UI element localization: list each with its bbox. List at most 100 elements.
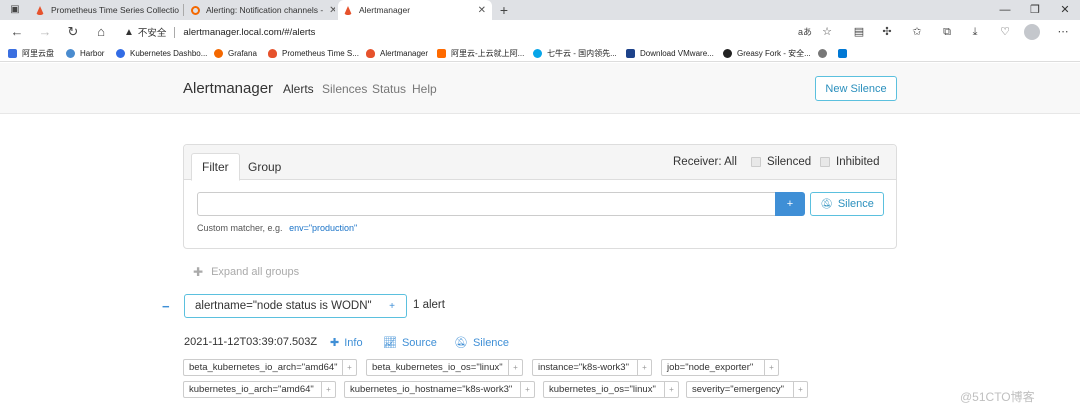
checkbox-label: Inhibited [836, 156, 880, 168]
label-add-filter-button[interactable]: + [638, 359, 652, 376]
bookmark-greasyfork[interactable]: Greasy Fork - 安全... [723, 44, 811, 62]
filter-panel: Filter Group Receiver: All Silenced Inhi… [183, 144, 897, 249]
more-menu-icon[interactable]: ⋯ [1054, 23, 1072, 41]
label-chip[interactable]: severity="emergency" [686, 381, 794, 398]
browser-essentials-icon[interactable]: ♡ [996, 23, 1014, 41]
browser-tab-strip: ▣ Prometheus Time Series Collectio ✕ Ale… [0, 0, 1080, 20]
bookmark-grafana[interactable]: Grafana [214, 44, 257, 62]
bookmark-label: Greasy Fork - 安全... [737, 48, 811, 58]
group-label[interactable]: alertname="node status is WODN" [184, 294, 383, 318]
label-add-filter-button[interactable]: + [343, 359, 357, 376]
collapse-group-icon[interactable]: − [162, 299, 170, 314]
hint-example[interactable]: env="production" [289, 223, 357, 233]
receiver-dropdown[interactable]: Receiver: All [673, 156, 737, 168]
bookmark-label: 阿里云盘 [22, 48, 54, 58]
bookmark-windows[interactable] [838, 44, 852, 62]
close-icon[interactable]: ✕ [323, 5, 335, 16]
new-silence-button[interactable]: New Silence [815, 76, 897, 101]
prometheus-icon [268, 48, 277, 58]
favorite-star-icon[interactable]: ☆ [818, 23, 836, 41]
source-button[interactable]: 📈︎ Source [383, 336, 437, 350]
nav-status[interactable]: Status [372, 82, 406, 96]
group-add-filter-button[interactable]: + [378, 294, 407, 318]
bookmark-label: Download VMware... [640, 48, 714, 58]
tab-filter[interactable]: Filter [191, 153, 240, 181]
nav-silences[interactable]: Silences [322, 82, 367, 96]
bookmark-qiniu[interactable]: 七牛云 - 国内领先... [533, 44, 617, 62]
label-chip[interactable]: kubernetes_io_os="linux" [543, 381, 665, 398]
silence-filter-button[interactable]: 🔕︎ Silence [810, 192, 884, 216]
bookmark-aliyun[interactable]: 阿里云-上云就上阿... [437, 44, 524, 62]
bell-slash-icon: 🔕︎ [820, 198, 833, 210]
address-bar[interactable]: ▲ 不安全 alertmanager.local.com/#/alerts [124, 22, 846, 42]
label-chip[interactable]: job="node_exporter" [661, 359, 765, 376]
tab-title: Alerting: Notification channels - [206, 5, 324, 15]
read-aloud-icon[interactable]: aあ [796, 23, 814, 41]
forward-icon[interactable]: → [36, 23, 54, 41]
bookmark-kubernetes[interactable]: Kubernetes Dashbo... [116, 44, 207, 62]
tab-group[interactable]: Group [238, 153, 291, 180]
new-tab-button[interactable]: + [495, 1, 513, 19]
minimize-icon[interactable]: — [990, 0, 1020, 20]
nav-alerts[interactable]: Alerts [283, 82, 314, 96]
restore-icon[interactable]: ❐ [1020, 0, 1050, 20]
harbor-icon [66, 48, 75, 58]
nav-help[interactable]: Help [412, 82, 437, 96]
add-filter-button[interactable]: + [775, 192, 805, 216]
extensions-icon[interactable]: ✣ [878, 23, 896, 41]
tab-actions-icon[interactable]: ▣ [6, 1, 24, 19]
label-chip[interactable]: beta_kubernetes_io_os="linux" [366, 359, 509, 376]
chart-line-icon: 📈︎ [383, 337, 397, 349]
label-add-filter-button[interactable]: + [765, 359, 779, 376]
checkbox-box [820, 157, 830, 167]
tab-title: Alertmanager [359, 5, 411, 15]
close-icon[interactable]: ✕ [472, 5, 486, 16]
bookmark-prometheus[interactable]: Prometheus Time S... [268, 44, 359, 62]
bookmark-label: 七牛云 - 国内领先... [547, 48, 617, 58]
close-window-icon[interactable]: ✕ [1050, 0, 1080, 20]
browser-tab-grafana[interactable]: Alerting: Notification channels - ✕ [185, 0, 335, 20]
plus-icon: ✚ [193, 265, 204, 279]
label-chip[interactable]: kubernetes_io_hostname="k8s-work3" [344, 381, 521, 398]
label-add-filter-button[interactable]: + [794, 381, 808, 398]
tab-divider [183, 4, 184, 16]
info-button[interactable]: ✚ Info [330, 336, 363, 350]
browser-tab-prometheus[interactable]: Prometheus Time Series Collectio ✕ [30, 0, 182, 20]
watermark: @51CTO博客 [960, 390, 1035, 404]
grafana-icon [214, 48, 223, 58]
expand-all-groups-button[interactable]: ✚ Expand all groups [193, 265, 299, 279]
collections-add-icon[interactable]: ⧉ [938, 23, 956, 41]
alertmanager-navbar: Alertmanager Alerts Silences Status Help… [0, 63, 1080, 114]
close-icon[interactable]: ✕ [179, 5, 182, 16]
alert-timestamp: 2021-11-12T03:39:07.503Z [184, 336, 318, 348]
brand-title[interactable]: Alertmanager [183, 80, 273, 97]
label-chip[interactable]: beta_kubernetes_io_arch="amd64" [183, 359, 343, 376]
bookmark-settings[interactable] [818, 44, 832, 62]
label-chip[interactable]: instance="k8s-work3" [532, 359, 638, 376]
silence-alert-button[interactable]: 🔕︎ Silence [454, 336, 509, 350]
inhibited-checkbox[interactable]: Inhibited [820, 156, 879, 168]
label-add-filter-button[interactable]: + [322, 381, 336, 398]
silenced-checkbox[interactable]: Silenced [751, 156, 811, 168]
bookmark-harbor[interactable]: Harbor [66, 44, 104, 62]
bookmark-aliyun-drive[interactable]: 阿里云盘 [8, 44, 54, 62]
label-add-filter-button[interactable]: + [521, 381, 535, 398]
insecure-label: 不安全 [137, 28, 167, 39]
label-chip[interactable]: kubernetes_io_arch="amd64" [183, 381, 322, 398]
source-label: Source [401, 336, 437, 349]
home-icon[interactable]: ⌂ [92, 23, 110, 41]
bookmark-vmware[interactable]: Download VMware... [626, 44, 714, 62]
settings-icon [818, 48, 827, 58]
collections-icon[interactable]: ▤ [850, 23, 868, 41]
downloads-icon[interactable]: ⤓ [966, 23, 984, 41]
filter-input[interactable] [197, 192, 776, 216]
label-add-filter-button[interactable]: + [509, 359, 523, 376]
bookmark-alertmanager[interactable]: Alertmanager [366, 44, 428, 62]
profile-avatar[interactable] [1024, 24, 1040, 40]
refresh-icon[interactable]: ↻ [64, 23, 82, 41]
label-add-filter-button[interactable]: + [665, 381, 679, 398]
back-icon[interactable]: ← [8, 23, 26, 41]
browser-tab-alertmanager[interactable]: Alertmanager ✕ [338, 0, 492, 20]
favorites-icon[interactable]: ✩ [908, 23, 926, 41]
vmware-icon [626, 48, 635, 58]
